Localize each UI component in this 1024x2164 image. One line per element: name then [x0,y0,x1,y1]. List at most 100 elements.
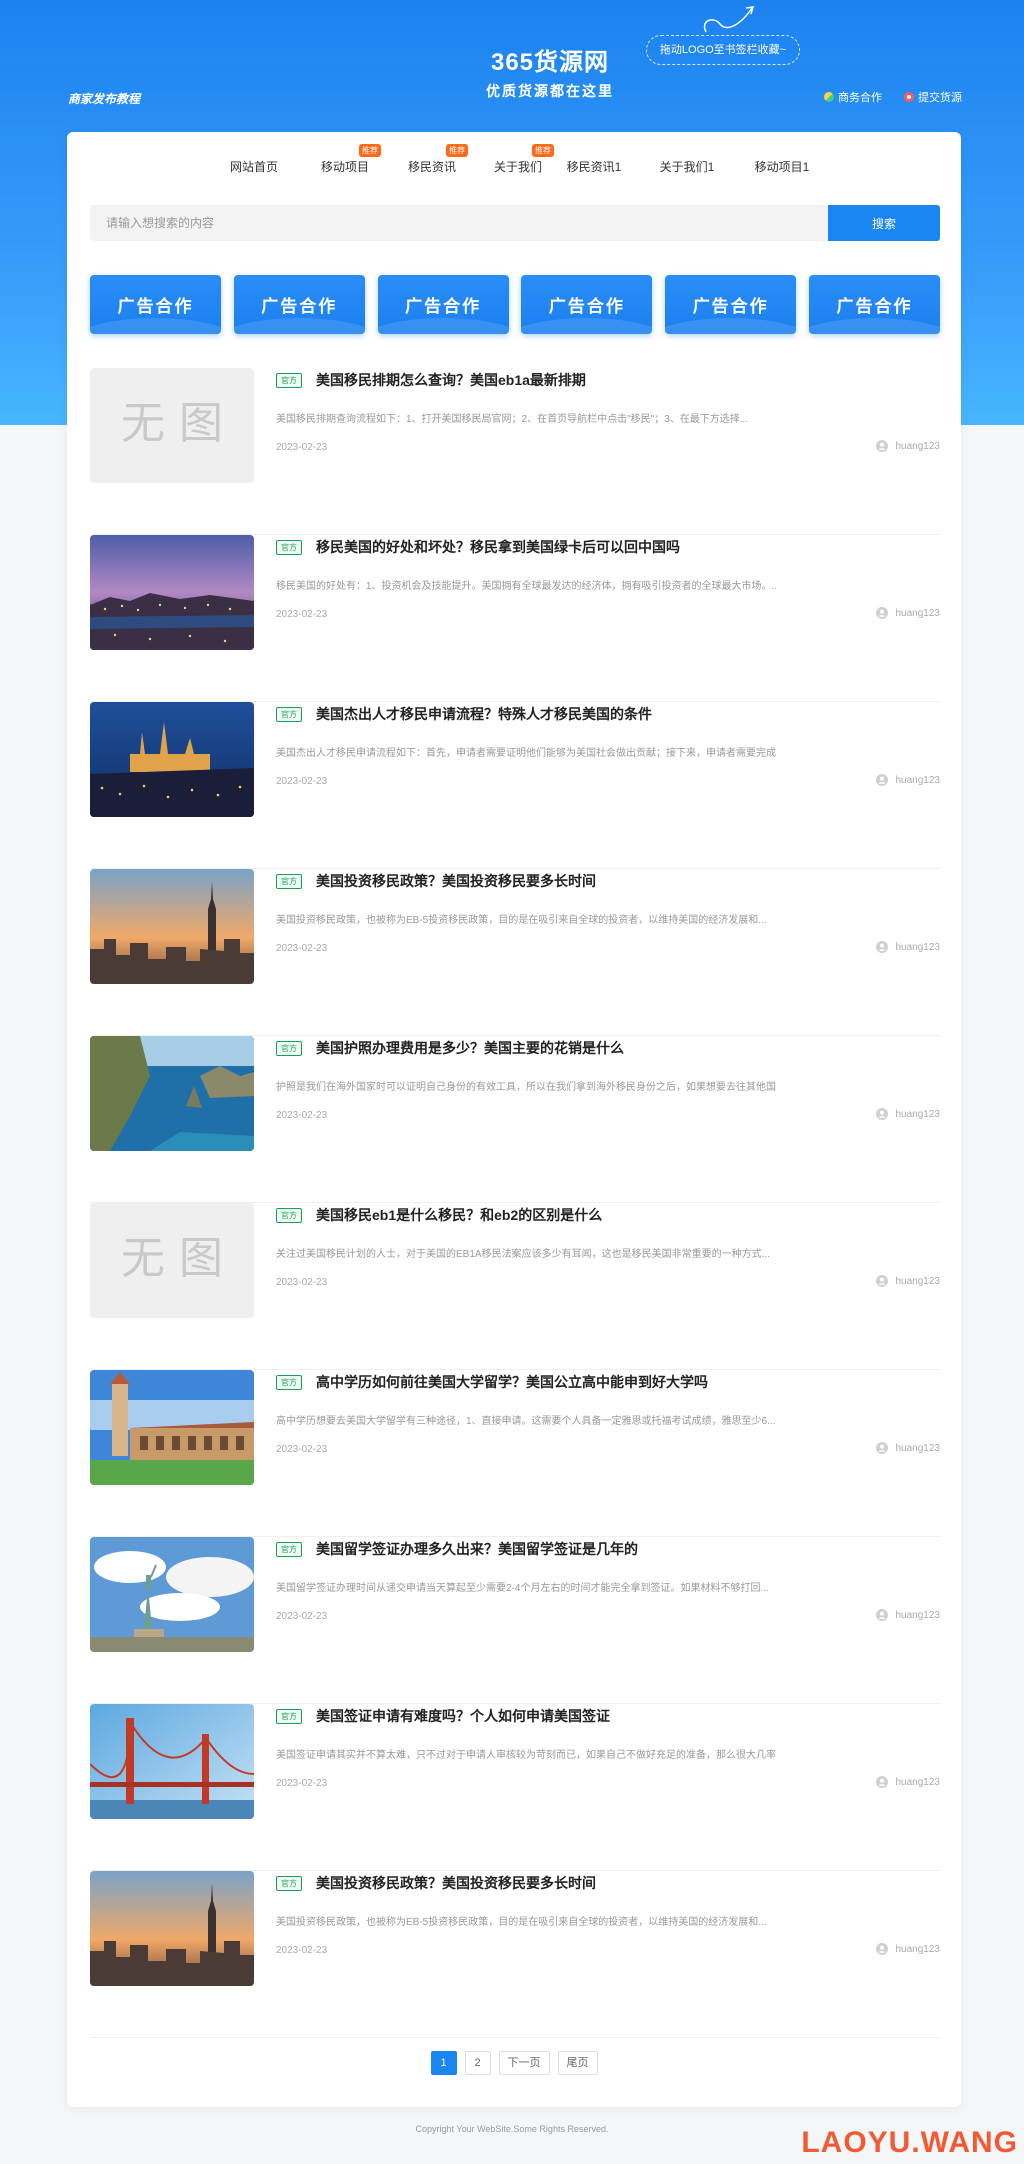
article-item[interactable]: 官方 美国杰出人才移民申请流程？特殊人才移民美国的条件 美国杰出人才移民申请流程… [90,702,940,869]
author-name: huang123 [895,1108,941,1120]
article-summary: 美国投资移民政策，也被称为EB-5投资移民政策，目的是在吸引来自全球的投资者，以… [276,1917,767,1928]
coast-image [90,1036,254,1151]
skyline-sunset-image [90,869,254,984]
ad-banner[interactable]: 广告合作 [521,275,653,334]
article-date: 2023-02-23 [276,1778,328,1789]
author-name: huang123 [895,1609,941,1621]
article-thumbnail[interactable] [90,1036,254,1151]
article-title[interactable]: 美国投资移民政策？美国投资移民要多长时间 [316,871,596,891]
logo-slogan: 优质货源都在这里 [486,83,614,99]
article-date: 2023-02-23 [276,1110,328,1121]
article-summary: 美国移民排期查询流程如下：1、打开美国移民局官网；2、在首页导航栏中点击"移民"… [276,414,749,425]
nav-item-mobile-project-1[interactable]: 移动项目1 [755,158,810,175]
nav-label: 关于我们1 [659,160,715,174]
article-item[interactable]: 官方 移民美国的好处和坏处？移民拿到美国绿卡后可以回中国吗 移民美国的好处有：1… [90,535,940,702]
ad-banner[interactable]: 广告合作 [808,275,940,334]
article-item[interactable]: 无 图 官方 美国移民排期怎么查询？美国eb1a最新排期 美国移民排期查询流程如… [90,368,940,535]
article-thumbnail[interactable]: 无 图 [90,1203,254,1318]
article-summary: 关注过美国移民计划的人士，对于美国的EB1A移民法案应该多少有耳闻，这也是移民美… [276,1249,770,1260]
official-tag: 官方 [276,1876,302,1891]
article-thumbnail[interactable] [90,1704,254,1819]
article-title[interactable]: 美国杰出人才移民申请流程？特殊人才移民美国的条件 [316,704,652,724]
user-icon [875,941,888,953]
ad-banner[interactable]: 广告合作 [90,275,221,334]
official-tag: 官方 [276,874,302,889]
nav-item-immigration-news[interactable]: 移民资讯 推荐 [408,144,469,175]
article-author: huang123 [875,607,940,619]
business-cooperation-link[interactable]: 商务合作 [824,89,882,105]
article-thumbnail[interactable]: 无 图 [90,368,254,483]
search-button[interactable]: 搜索 [828,205,940,241]
article-title[interactable]: 美国移民排期怎么查询？美国eb1a最新排期 [316,370,586,390]
article-thumbnail[interactable] [90,869,254,984]
user-icon [875,440,888,452]
article-thumbnail[interactable] [90,702,254,817]
ad-banner[interactable]: 广告合作 [665,275,797,334]
last-page-button[interactable]: 尾页 [557,2051,598,2075]
author-name: huang123 [895,774,941,786]
article-item[interactable]: 官方 美国签证申请有难度吗？个人如何申请美国签证 美国签证申请其实并不算太难，只… [90,1704,940,1871]
ad-label: 广告合作 [548,297,625,316]
article-title[interactable]: 美国留学签证办理多久出来？美国留学签证是几年的 [316,1539,638,1559]
merchant-publish-link[interactable]: 商家发布教程 [68,90,140,107]
bridge-image [90,1704,254,1819]
article-item[interactable]: 官方 美国投资移民政策？美国投资移民要多长时间 美国投资移民政策，也被称为EB-… [90,1871,940,2038]
official-tag: 官方 [276,540,302,555]
article-item[interactable]: 官方 高中学历如何前往美国大学留学？美国公立高中能申到好大学吗 高中学历想要去美… [90,1370,940,1537]
article-author: huang123 [875,1108,941,1120]
article-item[interactable]: 官方 美国护照办理费用是多少？美国主要的花销是什么 护照是我们在海外国家时可以证… [90,1036,940,1203]
ad-banner[interactable]: 广告合作 [377,275,509,334]
article-author: huang123 [875,1609,941,1621]
svg-text:无 图: 无 图 [121,398,223,449]
article-item[interactable]: 无 图 官方 美国移民eb1是什么移民？和eb2的区别是什么 关注过美国移民计划… [90,1203,940,1370]
article-title[interactable]: 美国签证申请有难度吗？个人如何申请美国签证 [316,1706,610,1726]
nav-label: 关于我们 [493,160,543,174]
nav-item-home[interactable]: 网站首页 [230,158,278,175]
article-title[interactable]: 移民美国的好处和坏处？移民拿到美国绿卡后可以回中国吗 [316,537,680,557]
page-2-button[interactable]: 2 [464,2051,491,2075]
user-icon [875,1108,888,1120]
article-summary: 美国杰出人才移民申请流程如下：首先，申请者需要证明他们能够为美国社会做出贡献；接… [276,748,776,759]
article-item[interactable]: 官方 美国留学签证办理多久出来？美国留学签证是几年的 美国留学签证办理时间从递交… [90,1537,940,1704]
article-thumbnail[interactable] [90,535,254,650]
next-page-button[interactable]: 下一页 [498,2051,550,2075]
article-author: huang123 [875,941,940,953]
article-title[interactable]: 美国投资移民政策？美国投资移民要多长时间 [316,1873,596,1893]
submit-source-link[interactable]: 提交货源 [904,89,962,105]
search-input[interactable] [90,205,828,241]
article-date: 2023-02-23 [276,1611,328,1622]
no-image-placeholder: 无 图 [90,1203,254,1318]
coin-icon [824,92,834,102]
page-1-button[interactable]: 1 [430,2051,457,2075]
article-summary: 美国留学签证办理时间从递交申请当天算起至少需要2-4个月左右的时间才能完全拿到签… [276,1583,769,1594]
article-item[interactable]: 官方 美国投资移民政策？美国投资移民要多长时间 美国投资移民政策，也被称为EB-… [90,869,940,1036]
article-title[interactable]: 美国移民eb1是什么移民？和eb2的区别是什么 [316,1205,602,1225]
pagination: 1 2 下一页 尾页 [67,2051,961,2075]
ad-label: 广告合作 [692,297,769,316]
author-name: huang123 [895,440,941,452]
ad-banner[interactable]: 广告合作 [233,275,365,334]
nav-item-immigration-news-1[interactable]: 移民资讯1 [567,158,622,175]
nav-label: 移动项目1 [754,160,810,174]
official-tag: 官方 [276,1709,302,1724]
article-title[interactable]: 高中学历如何前往美国大学留学？美国公立高中能申到好大学吗 [316,1372,708,1392]
site-logo[interactable]: 365货源网 优质货源都在这里 [480,42,620,101]
nav-label: 移动项目 [320,160,370,174]
nav-item-about-us[interactable]: 关于我们 推荐 [493,144,555,175]
official-tag: 官方 [276,1542,302,1557]
nav-item-about-us-1[interactable]: 关于我们1 [660,158,715,175]
article-date: 2023-02-23 [276,776,328,787]
article-date: 2023-02-23 [276,609,328,620]
recommend-badge: 推荐 [532,144,555,157]
logo-title: 365货源网 [490,49,610,76]
ad-label: 广告合作 [405,297,482,316]
article-author: huang123 [875,1943,940,1955]
article-thumbnail[interactable] [90,1370,254,1485]
article-thumbnail[interactable] [90,1871,254,1986]
nav-item-mobile-project[interactable]: 移动项目 推荐 [320,144,382,175]
main-nav: 网站首页 移动项目 推荐 移民资讯 推荐 关于我们 推荐 移民资讯1 关于我们1 移动… [67,132,961,198]
ad-label: 广告合作 [261,297,338,316]
article-thumbnail[interactable] [90,1537,254,1652]
article-title[interactable]: 美国护照办理费用是多少？美国主要的花销是什么 [316,1038,624,1058]
ad-label: 广告合作 [836,297,913,316]
